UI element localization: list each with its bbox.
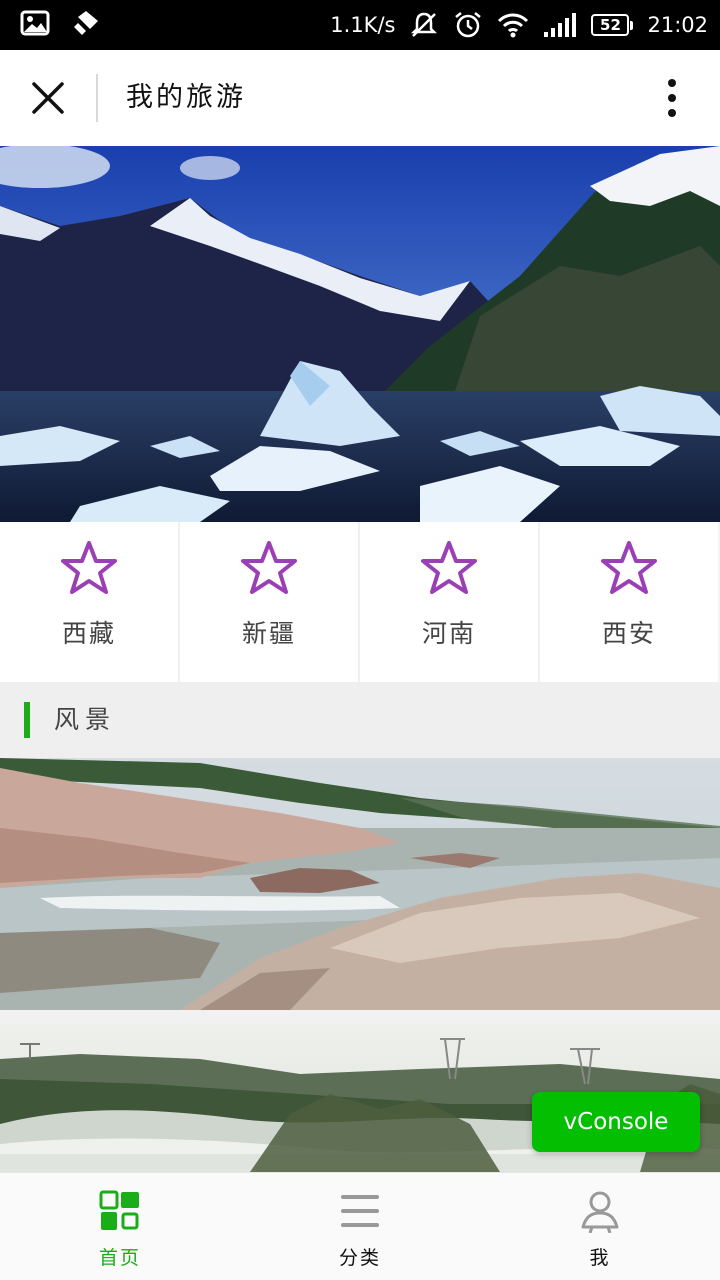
tab-me[interactable]: 我 [480, 1173, 720, 1280]
menu-lines-icon [341, 1195, 379, 1227]
nav-divider [96, 74, 98, 122]
category-label: 西藏 [61, 619, 116, 648]
scenery-card[interactable] [0, 758, 720, 1010]
tab-category[interactable]: 分类 [240, 1173, 480, 1280]
category-label: 河南 [421, 619, 476, 648]
bottom-tab-bar: 首页 分类 我 [0, 1172, 720, 1280]
battery-level: 52 [591, 14, 630, 36]
cleaner-icon [72, 9, 100, 41]
nav-bar: 我的旅游 [0, 50, 720, 146]
scenery-image-coast [0, 758, 720, 1010]
banner-image-glacier [0, 146, 720, 522]
wifi-icon [497, 12, 529, 38]
tab-label: 我 [589, 1247, 611, 1269]
tab-label: 分类 [338, 1247, 381, 1269]
home-grid-icon [99, 1190, 139, 1230]
star-icon [241, 541, 297, 594]
card-divider [0, 1010, 720, 1024]
person-icon [581, 1191, 619, 1233]
image-icon [20, 10, 50, 40]
status-bar: 1.1K/s 52 21:02 [0, 0, 720, 50]
tab-home[interactable]: 首页 [0, 1173, 240, 1280]
category-item-xizang[interactable]: 西藏 [0, 522, 180, 682]
category-label: 西安 [601, 619, 656, 648]
tab-label: 首页 [98, 1247, 141, 1269]
alarm-icon [453, 10, 483, 40]
section-header: 风景 [0, 682, 720, 758]
battery-icon: 52 [591, 14, 634, 36]
signal-icon [543, 12, 577, 38]
section-accent-bar [24, 702, 30, 738]
category-item-xian[interactable]: 西安 [540, 522, 718, 682]
category-label: 新疆 [241, 619, 296, 648]
more-vertical-icon[interactable] [656, 78, 688, 118]
page-title: 我的旅游 [126, 82, 246, 113]
clock: 21:02 [647, 13, 708, 37]
vconsole-button[interactable]: vConsole [532, 1092, 700, 1152]
category-grid: 西藏 新疆 河南 西安 [0, 522, 720, 682]
mute-icon [409, 10, 439, 40]
network-speed: 1.1K/s [330, 13, 396, 37]
category-item-henan[interactable]: 河南 [360, 522, 540, 682]
section-title: 风景 [54, 705, 117, 734]
star-icon [601, 541, 657, 594]
star-icon [61, 541, 117, 594]
close-icon[interactable] [28, 78, 68, 118]
banner-carousel[interactable] [0, 146, 720, 522]
star-icon [421, 541, 477, 594]
category-item-xinjiang[interactable]: 新疆 [180, 522, 360, 682]
